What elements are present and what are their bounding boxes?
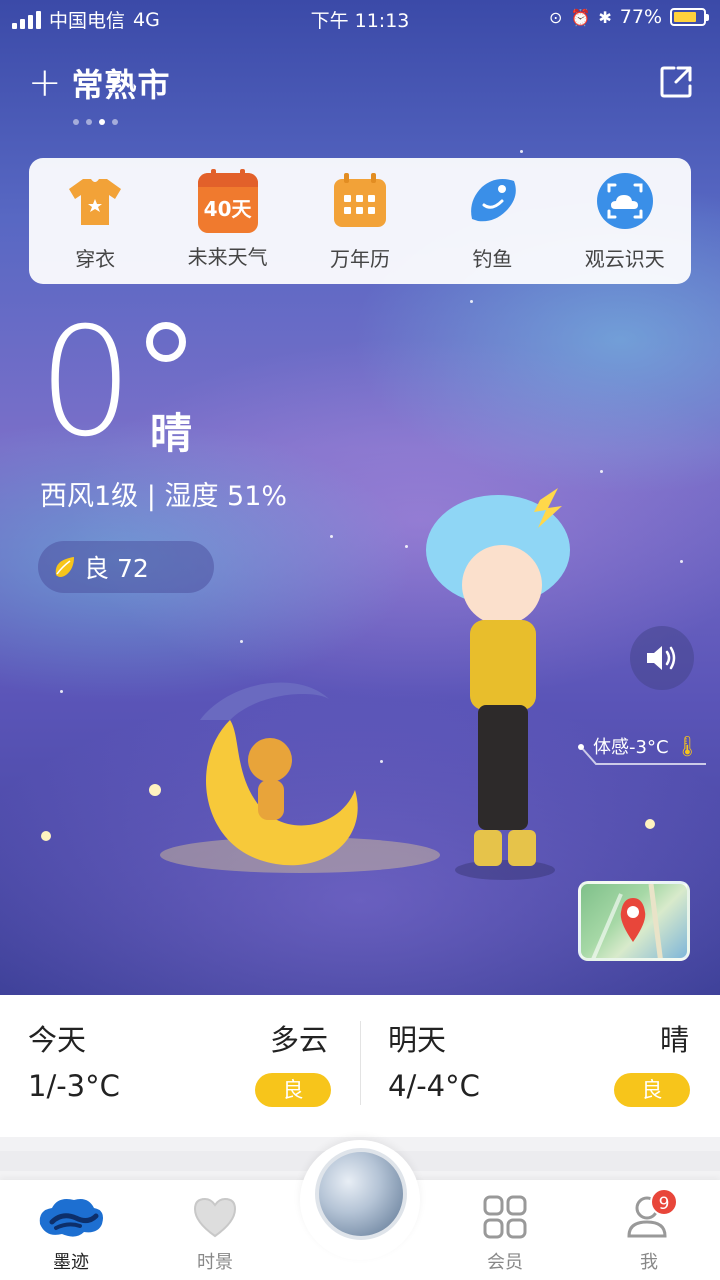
wind-humidity: 西风1级 | 湿度 51% (40, 481, 288, 512)
forecast-day: 明天 (388, 1023, 447, 1057)
tab-scenes[interactable]: 时景 (160, 1194, 270, 1274)
speaker-icon (647, 646, 676, 670)
calendar-grid-icon (333, 172, 386, 227)
forecast-range: 4/-4°C (388, 1069, 480, 1103)
tab-moji[interactable]: 墨迹 (16, 1194, 126, 1274)
tab-membership[interactable]: 会员 (450, 1194, 560, 1274)
tool-shortcuts: 穿衣 40天 未来天气 万年历 钓鱼 观云识天 (29, 158, 691, 284)
feels-like-label: 体感-3°C (593, 737, 669, 758)
tool-fishing[interactable]: 钓鱼 (432, 171, 552, 272)
aqi-value: 良 72 (84, 554, 149, 583)
shirt-icon (69, 178, 122, 225)
battery-percent: 77% (619, 6, 662, 28)
notification-badge: 9 (650, 1188, 678, 1216)
tool-future-weather[interactable]: 40天 未来天气 (168, 168, 288, 270)
forecast-today[interactable]: 今天 多云 1/-3°C 良 (0, 995, 331, 1137)
cloud-scan-icon (596, 172, 653, 229)
tab-label: 墨迹 (53, 1252, 89, 1273)
tab-label: 时景 (197, 1252, 233, 1273)
add-city-button[interactable]: + (28, 63, 62, 103)
bluetooth-icon: ✱ (598, 7, 612, 27)
tool-cloud-recognition[interactable]: 观云识天 (565, 171, 685, 272)
thermometer-icon: 🌡 (674, 734, 700, 758)
moji-logo-icon (39, 1199, 103, 1237)
center-sky-button[interactable] (315, 1148, 407, 1240)
degree-symbol (146, 322, 186, 362)
tool-label: 万年历 (329, 246, 390, 271)
forecast-condition: 晴 (660, 1023, 690, 1057)
forecast-range: 1/-3°C (28, 1069, 120, 1103)
heart-icon (193, 1197, 237, 1238)
tool-dressing[interactable]: 穿衣 (35, 171, 155, 272)
voice-broadcast-button[interactable] (630, 626, 694, 690)
alarm-icon: ⏰ (570, 7, 591, 27)
page-indicator (73, 119, 118, 125)
orientation-lock-icon: ⊙ (549, 7, 563, 27)
weather-hero: 中国电信 4G 下午 11:13 ⊙ ⏰ ✱ 77% + 常熟市 穿衣 40天 … (0, 0, 720, 995)
battery-icon (670, 8, 709, 26)
aqi-pill[interactable]: 良 72 (38, 541, 214, 593)
tool-label: 钓鱼 (472, 246, 513, 271)
forecast-condition: 多云 (270, 1023, 329, 1057)
tool-label: 观云识天 (584, 246, 665, 271)
share-icon[interactable] (658, 64, 694, 100)
calendar-icon-text: 40天 (203, 196, 252, 221)
tab-me[interactable]: 9 我 (594, 1188, 704, 1274)
current-temperature: 0 (38, 296, 134, 470)
current-condition: 晴 (150, 409, 193, 458)
leaf-icon (55, 557, 74, 577)
forecast-tomorrow[interactable]: 明天 晴 4/-4°C 良 (360, 995, 690, 1137)
feels-like: 体感-3°C 🌡 (593, 733, 700, 759)
tool-almanac[interactable]: 万年历 (300, 171, 420, 272)
tab-label: 我 (640, 1252, 658, 1273)
grid-icon (483, 1195, 527, 1239)
city-name[interactable]: 常熟市 (72, 60, 171, 106)
fish-icon (471, 178, 517, 221)
map-pin-icon (591, 884, 663, 958)
tool-label: 未来天气 (187, 244, 268, 269)
tool-label: 穿衣 (75, 246, 116, 271)
forecast-aqi-badge: 良 (614, 1073, 690, 1107)
status-bar: 中国电信 4G 下午 11:13 ⊙ ⏰ ✱ 77% (0, 0, 720, 38)
radar-map-button[interactable] (578, 881, 690, 961)
two-day-forecast: 今天 多云 1/-3°C 良 明天 晴 4/-4°C 良 (0, 995, 720, 1137)
calendar-40-icon: 40天 (197, 168, 258, 233)
forecast-aqi-badge: 良 (255, 1073, 331, 1107)
tab-label: 会员 (487, 1252, 523, 1273)
forecast-day: 今天 (28, 1023, 87, 1057)
